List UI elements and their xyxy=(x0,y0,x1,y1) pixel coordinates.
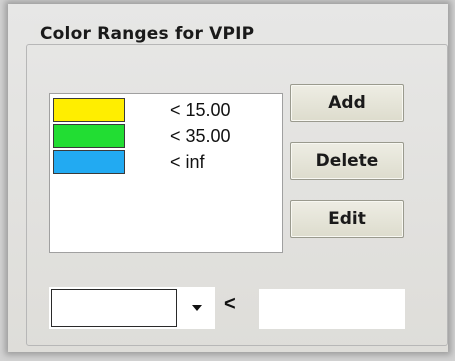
range-label: < inf xyxy=(170,152,205,172)
color-picker-combo[interactable] xyxy=(49,287,215,329)
add-button[interactable]: Add xyxy=(290,84,404,122)
color-swatch xyxy=(53,124,125,148)
list-item-range-1[interactable]: < 15.00 xyxy=(50,98,282,124)
delete-button[interactable]: Delete xyxy=(290,142,404,180)
range-value-input[interactable] xyxy=(259,289,405,329)
color-ranges-panel: Color Ranges for VPIP < 15.00 < 35.00 < … xyxy=(8,4,448,352)
color-swatch xyxy=(53,98,125,122)
list-item-range-3[interactable]: < inf xyxy=(50,150,282,176)
chevron-down-icon[interactable] xyxy=(189,300,205,316)
list-item-range-2[interactable]: < 35.00 xyxy=(50,124,282,150)
color-picker-box[interactable] xyxy=(51,289,177,327)
color-range-list[interactable]: < 15.00 < 35.00 < inf xyxy=(49,93,283,253)
color-swatch xyxy=(53,150,125,174)
groupbox-title: Color Ranges for VPIP xyxy=(34,24,261,44)
edit-button[interactable]: Edit xyxy=(290,200,404,238)
range-label: < 35.00 xyxy=(170,126,231,146)
operator-label: < xyxy=(224,293,236,315)
range-label: < 15.00 xyxy=(170,100,231,120)
